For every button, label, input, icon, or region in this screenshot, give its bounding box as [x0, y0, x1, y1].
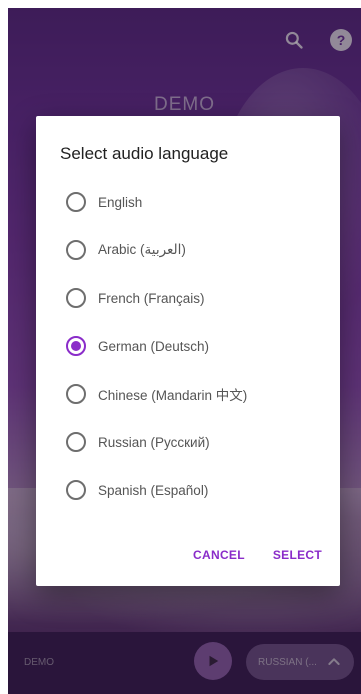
language-option-label: Chinese (Mandarin 中文): [98, 388, 248, 403]
language-option-german[interactable]: German (Deutsch): [36, 322, 340, 370]
radio-button[interactable]: [66, 192, 86, 212]
dialog-title: Select audio language: [60, 144, 229, 163]
language-option-label: French (Français): [98, 290, 205, 306]
language-option-english[interactable]: English: [36, 178, 340, 226]
radio-button[interactable]: [66, 432, 86, 452]
radio-button[interactable]: [66, 240, 86, 260]
dialog-actions: CANCEL SELECT: [193, 548, 322, 562]
radio-button[interactable]: [66, 480, 86, 500]
language-option-label: Russian (Русский): [98, 434, 210, 450]
language-options-list: English Arabic (العربية) French (Françai…: [36, 178, 340, 514]
language-option-spanish[interactable]: Spanish (Español): [36, 466, 340, 514]
language-option-french[interactable]: French (Français): [36, 274, 340, 322]
language-option-arabic[interactable]: Arabic (العربية): [36, 226, 340, 274]
language-option-russian[interactable]: Russian (Русский): [36, 418, 340, 466]
language-option-label: Arabic (العربية): [98, 242, 186, 257]
select-button[interactable]: SELECT: [273, 548, 322, 562]
radio-button[interactable]: [66, 288, 86, 308]
radio-button[interactable]: [66, 384, 86, 404]
language-option-chinese[interactable]: Chinese (Mandarin 中文): [36, 370, 340, 418]
language-option-label: English: [98, 194, 143, 210]
cancel-button[interactable]: CANCEL: [193, 548, 245, 562]
audio-language-dialog: Select audio language English Arabic (ال…: [36, 116, 340, 586]
language-option-label: German (Deutsch): [98, 338, 210, 354]
language-option-label: Spanish (Español): [98, 482, 209, 498]
radio-button[interactable]: [66, 336, 86, 356]
